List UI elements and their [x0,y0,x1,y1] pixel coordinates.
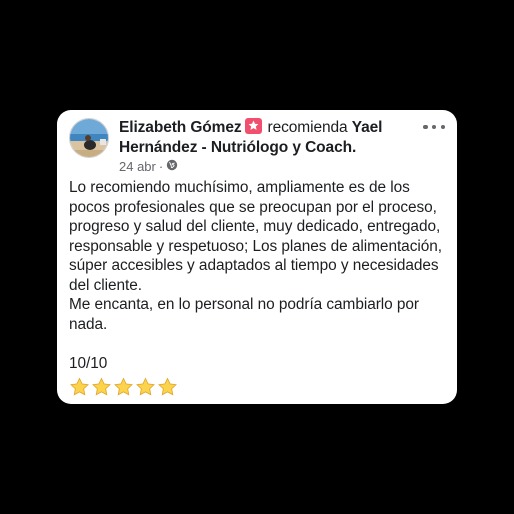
recommendation-star-icon [244,118,262,134]
meta-separator: · [158,159,164,174]
avatar[interactable] [69,118,109,158]
review-card: Elizabeth Gómez recomienda Yael Hernández… [57,110,457,404]
star-icon [158,377,177,396]
avatar-photo [70,119,108,157]
rating-stars [69,377,178,397]
star-icon [70,377,89,396]
dot [440,124,445,130]
dot [423,124,428,130]
star-icon [92,377,111,396]
star-icon [136,377,155,396]
author-name[interactable]: Elizabeth Gómez [119,119,242,136]
post-header: Elizabeth Gómez recomienda Yael Hernández… [119,118,419,158]
star-icon [114,377,133,396]
post-meta: 24 abr · [119,159,178,174]
dot [431,124,437,130]
review-text: Lo recomiendo muchísimo, ampliamente es … [69,179,442,372]
post-date[interactable]: 24 abr [119,159,156,174]
more-options-icon[interactable] [423,120,445,134]
globe-icon [166,159,178,174]
action-text: recomienda [267,119,348,136]
